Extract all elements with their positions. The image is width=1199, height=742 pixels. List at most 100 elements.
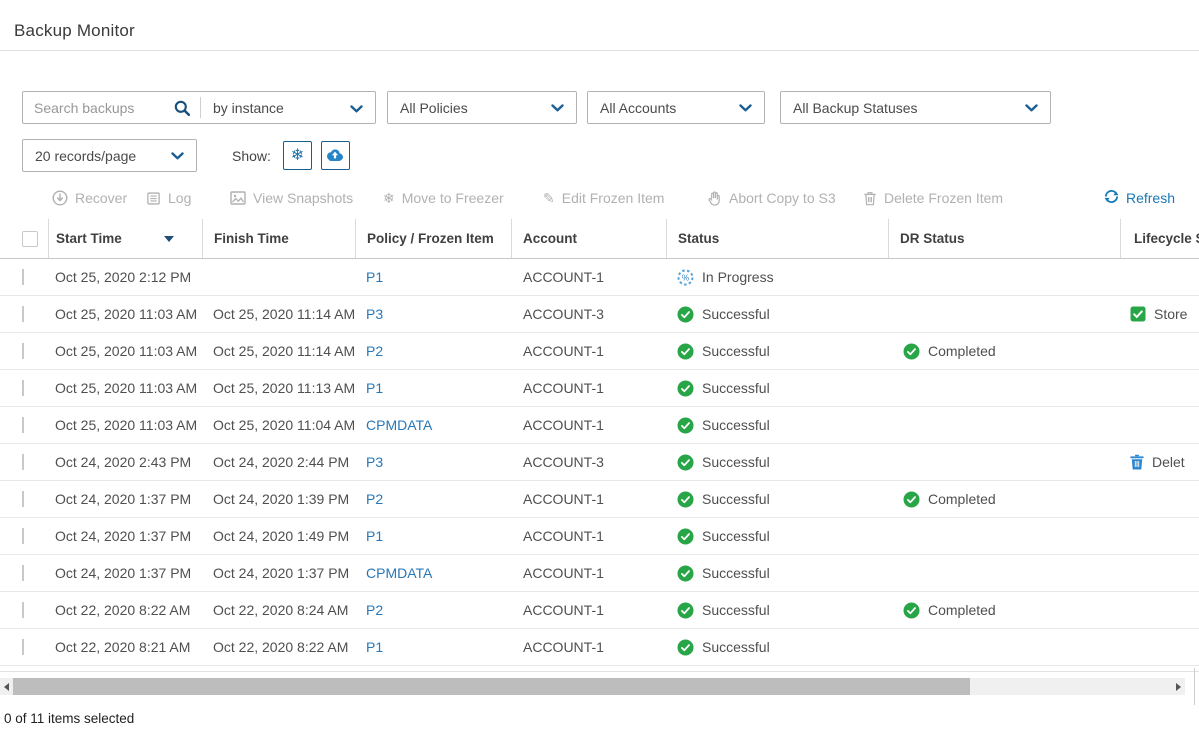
show-label: Show: [232,148,271,164]
records-per-page-select[interactable]: 20 records/page [22,139,197,172]
recover-label: Recover [75,190,127,206]
show-frozen-toggle-button[interactable]: ❄ [283,141,312,170]
start-time-cell: Oct 24, 2020 1:37 PM [48,528,202,544]
success-status-icon [677,491,694,508]
select-all-checkbox[interactable] [22,231,38,247]
status-cell: % Successful [666,565,888,582]
start-time-cell: Oct 22, 2020 8:22 AM [48,602,202,618]
scroll-left-arrow[interactable] [0,678,13,695]
accounts-filter[interactable]: All Accounts [587,91,765,124]
table-row[interactable]: Oct 25, 2020 11:03 AM Oct 25, 2020 11:14… [0,296,1199,333]
row-checkbox[interactable] [22,343,24,359]
backup-statuses-filter[interactable]: All Backup Statuses [780,91,1051,124]
column-header-start-time[interactable]: Start Time [48,219,202,258]
success-status-icon [677,454,694,471]
table-row[interactable]: Oct 24, 2020 1:37 PM Oct 24, 2020 1:39 P… [0,481,1199,518]
account-cell: ACCOUNT-3 [511,454,666,470]
dr-success-icon [903,602,920,619]
table-row[interactable]: Oct 24, 2020 1:37 PM Oct 24, 2020 1:49 P… [0,518,1199,555]
row-checkbox[interactable] [22,454,24,470]
row-checkbox[interactable] [22,639,24,655]
finish-time-cell: Oct 22, 2020 8:22 AM [202,639,355,655]
policy-link[interactable]: P2 [366,491,383,507]
policy-link[interactable]: CPMDATA [366,417,432,433]
refresh-icon [1104,189,1119,207]
column-header-dr-status[interactable]: DR Status [888,219,1120,258]
table-row[interactable]: Oct 22, 2020 8:22 AM Oct 22, 2020 8:24 A… [0,592,1199,629]
row-checkbox[interactable] [22,491,24,507]
account-header-label: Account [523,231,577,246]
start-time-cell: Oct 25, 2020 11:03 AM [48,380,202,396]
row-checkbox[interactable] [22,565,24,581]
refresh-button[interactable]: Refresh [1104,186,1175,210]
start-time-cell: Oct 24, 2020 1:37 PM [48,565,202,581]
horizontal-scrollbar[interactable] [0,678,1185,695]
move-to-freezer-button[interactable]: ❄ Move to Freezer [383,186,504,210]
status-cell: % Successful [666,343,888,360]
success-status-icon [677,602,694,619]
move-to-freezer-label: Move to Freezer [402,190,504,206]
table-row[interactable]: Oct 25, 2020 11:03 AM Oct 25, 2020 11:14… [0,333,1199,370]
row-checkbox[interactable] [22,306,24,322]
search-icon[interactable] [174,100,190,116]
row-checkbox[interactable] [22,269,24,285]
table-row[interactable]: Oct 25, 2020 2:12 PM P1 ACCOUNT-1 % In P… [0,259,1199,296]
policies-filter[interactable]: All Policies [387,91,577,124]
table-row[interactable]: Oct 22, 2020 8:21 AM Oct 22, 2020 8:22 A… [0,629,1199,666]
row-checkbox[interactable] [22,380,24,396]
column-header-account[interactable]: Account [511,219,666,258]
edit-frozen-item-button[interactable]: ✎ Edit Frozen Item [543,186,664,210]
policy-link[interactable]: P1 [366,269,383,285]
policy-link[interactable]: P1 [366,528,383,544]
show-s3-copies-toggle-button[interactable] [321,141,350,170]
column-header-lifecycle-status[interactable]: Lifecycle S [1120,219,1199,258]
snapshots-icon [230,191,246,205]
policy-link[interactable]: P1 [366,380,383,396]
status-label: Successful [702,528,770,544]
table-row[interactable]: Oct 25, 2020 11:03 AM Oct 25, 2020 11:04… [0,407,1199,444]
finish-time-cell: Oct 25, 2020 11:13 AM [202,380,355,396]
svg-text:%: % [682,273,689,282]
display-options-row: 20 records/page Show: ❄ [22,139,359,172]
column-header-finish-time[interactable]: Finish Time [202,219,355,258]
start-time-cell: Oct 22, 2020 8:21 AM [48,639,202,655]
scrollbar-thumb[interactable] [13,678,970,695]
freezer-icon: ❄ [383,191,395,205]
recover-icon [52,190,68,206]
search-by-select[interactable]: by instance [201,92,375,123]
view-snapshots-button[interactable]: View Snapshots [230,186,353,210]
row-checkbox[interactable] [22,417,24,433]
policy-link[interactable]: P3 [366,454,383,470]
log-button[interactable]: Log [146,186,191,210]
row-checkbox-cell [0,306,48,322]
title-bar: Backup Monitor [0,0,1199,51]
policy-link[interactable]: P2 [366,602,383,618]
table-row[interactable]: Oct 24, 2020 1:37 PM Oct 24, 2020 1:37 P… [0,555,1199,592]
recover-button[interactable]: Recover [52,186,127,210]
dr-status-cell: Completed [888,343,1120,360]
status-label: Successful [702,491,770,507]
search-input[interactable] [34,100,172,116]
lifecycle-status-cell: Delet [1120,454,1199,470]
status-cell: % In Progress [666,269,888,286]
policy-link[interactable]: CPMDATA [366,565,432,581]
policy-link[interactable]: P3 [366,306,383,322]
table-row[interactable]: Oct 24, 2020 2:43 PM Oct 24, 2020 2:44 P… [0,444,1199,481]
column-header-status[interactable]: Status [666,219,888,258]
policy-link[interactable]: P1 [366,639,383,655]
table-row[interactable]: Oct 25, 2020 11:03 AM Oct 25, 2020 11:13… [0,370,1199,407]
abort-copy-to-s3-button[interactable]: Abort Copy to S3 [707,186,836,210]
dr-success-icon [903,343,920,360]
row-checkbox[interactable] [22,528,24,544]
row-checkbox-cell [0,343,48,359]
backup-statuses-filter-value: All Backup Statuses [793,100,918,116]
scroll-right-arrow[interactable] [1172,678,1185,695]
row-checkbox[interactable] [22,602,24,618]
status-cell: % Successful [666,454,888,471]
policy-link[interactable]: P2 [366,343,383,359]
policy-cell: P1 [355,639,511,655]
column-header-policy[interactable]: Policy / Frozen Item [355,219,511,258]
account-cell: ACCOUNT-1 [511,528,666,544]
delete-frozen-item-button[interactable]: Delete Frozen Item [863,186,1003,210]
row-checkbox-cell [0,491,48,507]
